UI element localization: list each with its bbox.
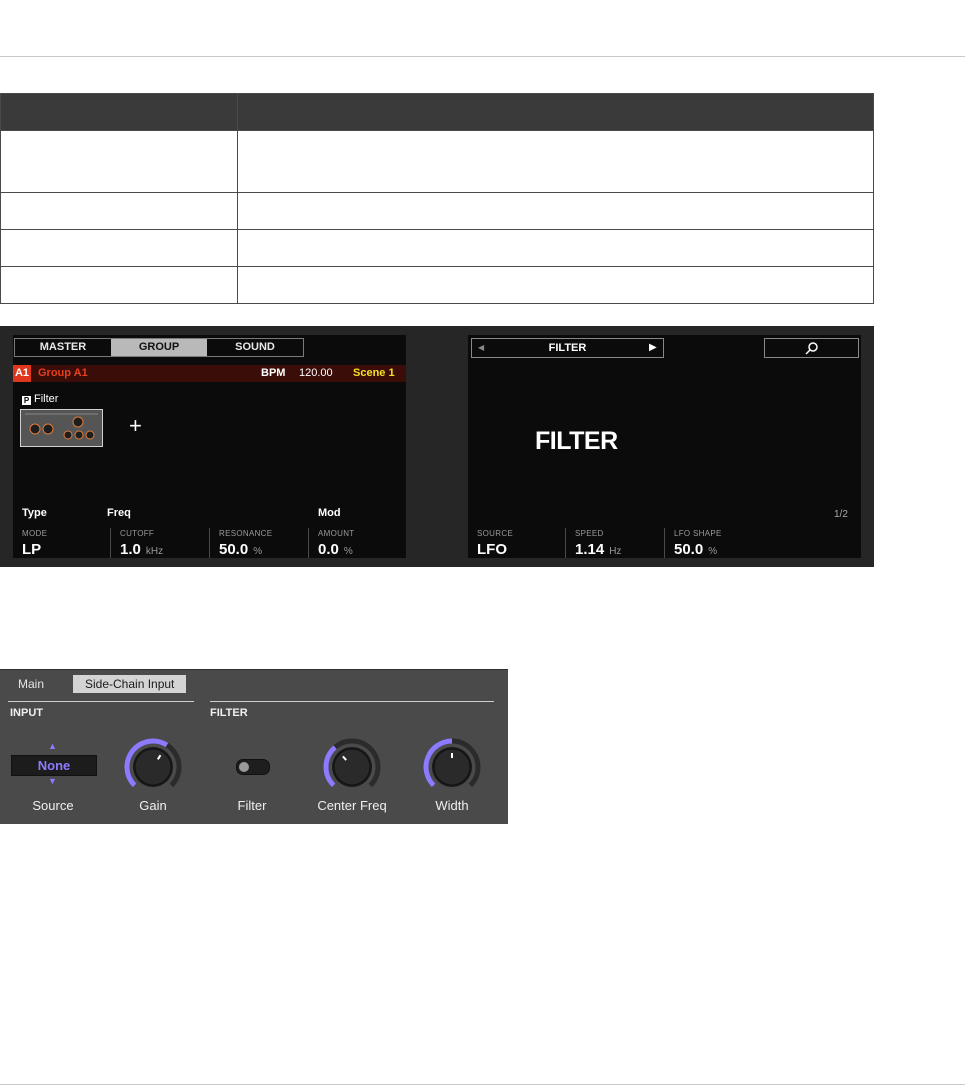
section-type: Type [22,507,47,519]
param-mode[interactable]: MODE LP [13,528,109,558]
param-name: LFO SHAPE [674,529,722,538]
param-lfo-shape[interactable]: LFO SHAPE 50.0% [664,528,761,558]
param-value: 0.0% [318,541,353,558]
bottom-rule [0,1084,965,1085]
table-cell [237,130,874,193]
scene-label: Scene 1 [353,367,395,379]
knob-graphic [323,738,381,788]
search-icon [805,342,818,355]
source-label: Source [32,798,74,813]
center-freq-knob[interactable] [322,737,382,802]
module-selector-label: FILTER [548,342,587,354]
param-value: 1.14 Hz [575,541,622,558]
source-down-arrow-icon[interactable]: ▼ [48,777,57,786]
param-value: LFO [477,541,507,558]
tab-side-chain-input[interactable]: Side-Chain Input [73,675,187,693]
section-freq: Freq [107,507,131,519]
param-name: SPEED [575,529,604,538]
param-name: RESONANCE [219,529,273,538]
table-row [0,192,874,230]
table-header-cell [237,93,874,131]
group-name: Group A1 [38,367,88,379]
chevron-right-icon[interactable]: ▶ [649,339,657,357]
filter-label: Filter [237,798,267,813]
module-selector[interactable]: ◀ FILTER ▶ [471,338,664,358]
table-row [0,229,874,267]
table-row [0,130,874,193]
param-name: CUTOFF [120,529,155,538]
param-value: LP [22,541,42,558]
right-screen: ◀ FILTER ▶ FILTER 1/2 SOURCE LFO SPEED 1… [468,335,861,558]
param-amount[interactable]: AMOUNT 0.0% [308,528,405,558]
width-knob[interactable] [422,737,482,802]
filter-group-divider [210,701,494,702]
param-name: SOURCE [477,529,514,538]
source-selector[interactable]: None [11,755,97,776]
knob-graphic [423,738,481,788]
plugin-thumbnail-art [21,410,102,446]
filter-toggle[interactable] [236,759,270,775]
page-indicator: 1/2 [834,509,848,520]
param-value: 50.0% [674,541,718,558]
input-group-divider [8,701,194,702]
bpm-value: 120.00 [299,367,333,379]
table-cell [0,229,238,267]
input-group-label: INPUT [10,707,43,719]
param-name: MODE [22,529,48,538]
table-row [0,266,874,304]
table-cell [237,266,874,304]
plugin-name: Filter [34,393,59,405]
search-button[interactable] [764,338,859,358]
param-cutoff[interactable]: CUTOFF 1.0 kHz [110,528,207,558]
section-mod: Mod [318,507,341,519]
add-plugin-icon[interactable]: + [129,415,142,437]
width-label: Width [435,798,469,813]
table-cell [237,229,874,267]
table-cell [237,192,874,230]
gain-label: Gain [139,798,167,813]
tab-sound[interactable]: SOUND [207,339,303,356]
toggle-knob [239,762,249,772]
gain-knob[interactable] [123,737,183,802]
tab-group[interactable]: GROUP [111,339,207,356]
table-header-cell [0,93,238,131]
hardware-display: MASTER GROUP SOUND A1 Group A1 BPM 120.0… [0,326,874,567]
param-resonance[interactable]: RESONANCE 50.0% [209,528,306,558]
table-cell [0,266,238,304]
tab-bar: MASTER GROUP SOUND [14,338,304,357]
tab-master[interactable]: MASTER [15,339,111,356]
plugin-icon: P [22,396,31,405]
plugin-thumbnail[interactable] [20,409,103,447]
param-speed[interactable]: SPEED 1.14 Hz [565,528,662,558]
parameter-table [0,93,874,304]
group-bar: A1 Group A1 BPM 120.00 Scene 1 [13,365,406,382]
param-value: 50.0% [219,541,263,558]
param-name: AMOUNT [318,529,355,538]
table-cell [0,130,238,193]
tab-main[interactable]: Main [18,675,44,693]
param-source[interactable]: SOURCE LFO [468,528,564,558]
module-title: FILTER [535,427,618,455]
bpm-label: BPM [261,367,286,379]
center-freq-label: Center Freq [317,798,387,813]
top-rule [0,56,965,57]
plugin-panel: Main Side-Chain Input INPUT FILTER ▲ Non… [0,669,508,824]
plugin-slot-label: P Filter [22,393,58,405]
group-badge: A1 [13,365,31,382]
left-screen: MASTER GROUP SOUND A1 Group A1 BPM 120.0… [13,335,406,558]
knob-graphic [124,738,182,788]
param-value: 1.0 kHz [120,541,164,558]
table-cell [0,192,238,230]
source-up-arrow-icon[interactable]: ▲ [48,742,57,751]
filter-group-label: FILTER [210,707,248,719]
